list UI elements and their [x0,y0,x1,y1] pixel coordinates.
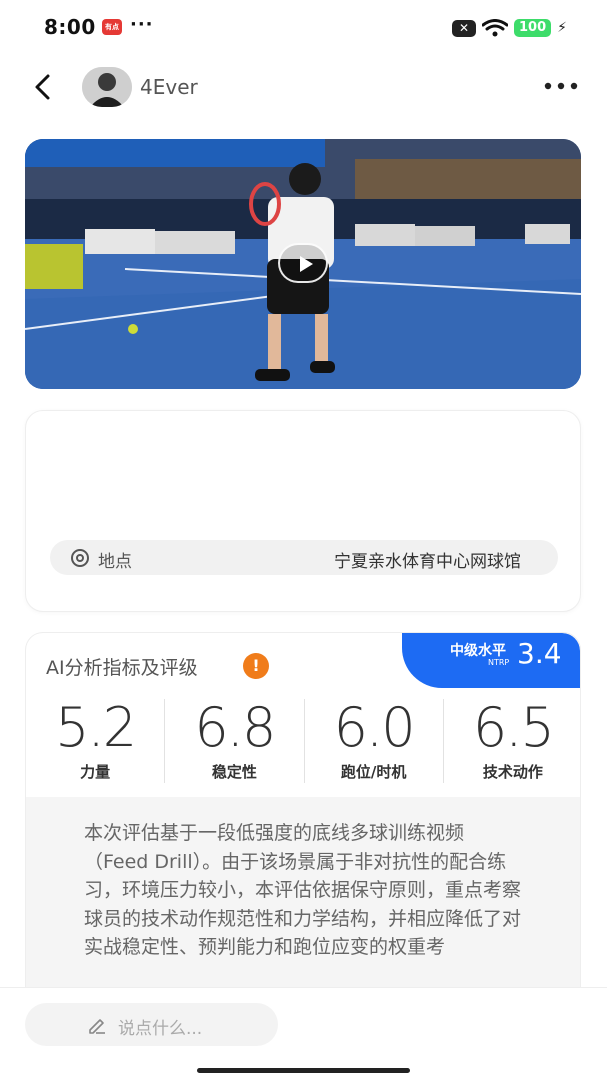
metric-footwork: 6.0 跑位/时机 [303,696,443,783]
charging-icon: ⚡ [557,20,567,36]
comment-placeholder: 说点什么... [118,1019,203,1039]
more-options-icon[interactable] [543,80,579,92]
level-label: 中级水平 [450,643,506,659]
ai-analysis-title: AI分析指标及评级 [46,657,198,679]
location-pin-icon [71,549,89,567]
app-notification-icon: 有点 [102,19,122,35]
metric-label: 力量 [80,763,111,781]
status-bar: 8:00 有点 ··· ✕ 100 ⚡ [0,0,607,56]
metric-label: 稳定性 [211,763,257,781]
analysis-summary-text: 本次评估基于一段低强度的底线多球训练视频（Feed Drill）。由于该场景属于… [84,822,522,958]
pen-icon [89,1019,105,1034]
comment-input[interactable]: 说点什么... [25,1003,278,1046]
metric-value: 6.0 [333,696,416,759]
more-notifications-icon: ··· [130,14,154,35]
metric-power: 5.2 力量 [26,699,164,783]
metric-stability: 6.8 稳定性 [164,699,303,783]
video-player[interactable] [25,139,581,389]
location-value: 宁夏亲水体育中心网球馆 [334,552,521,572]
metrics-row: 5.2 力量 6.8 稳定性 6.0 跑位/时机 6.5 技术动作 [26,696,580,783]
ai-analysis-card: AI分析指标及评级 ! 中级水平 NTRP 3.4 5.2 力量 6.8 稳定性… [25,632,581,992]
location-pill[interactable]: 地点 宁夏亲水体育中心网球馆 [50,540,558,575]
metric-value: 6.8 [194,696,276,759]
wifi-icon [482,19,509,37]
signal-off-icon: ✕ [452,19,477,37]
ntrp-label: NTRP [488,658,510,667]
location-label: 地点 [98,552,132,572]
user-avatar[interactable] [82,67,132,107]
status-time: 8:00 [44,15,96,39]
top-nav-bar: 4Ever [0,56,607,118]
battery-indicator: 100 [514,19,552,37]
metric-label: 技术动作 [482,763,543,781]
analysis-summary: 本次评估基于一段低强度的底线多球训练视频（Feed Drill）。由于该场景属于… [26,797,580,992]
post-info-card: 地点 宁夏亲水体育中心网球馆 [25,410,581,612]
level-score: 3.4 [517,637,562,670]
username[interactable]: 4Ever [140,75,198,99]
metric-technique: 6.5 技术动作 [442,696,580,783]
metric-value: 6.5 [472,696,555,759]
level-badge: 中级水平 NTRP 3.4 [402,633,580,688]
back-arrow-icon[interactable] [28,70,58,104]
metric-label: 跑位/时机 [340,763,407,781]
bottom-comment-bar: 说点什么... [0,987,607,1080]
metric-value: 5.2 [55,696,137,759]
home-indicator[interactable] [197,1068,410,1073]
status-indicators: ✕ 100 ⚡ [452,18,567,38]
play-button[interactable] [278,243,328,283]
info-warning-icon[interactable]: ! [243,653,269,679]
